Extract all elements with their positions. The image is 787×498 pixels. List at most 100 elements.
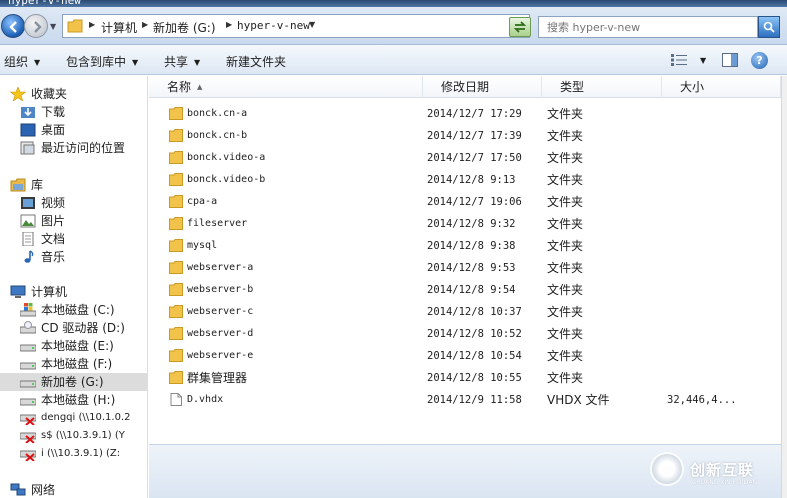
- column-header-date[interactable]: 修改日期: [423, 76, 542, 98]
- windows-drive-icon: [20, 303, 36, 317]
- file-row[interactable]: 群集管理器 2014/12/8 10:55 文件夹: [149, 367, 781, 389]
- breadcrumb-separator-icon[interactable]: ▶: [142, 20, 148, 29]
- help-button[interactable]: ?: [751, 52, 768, 69]
- sidebar-item-label: 桌面: [41, 123, 66, 137]
- chevron-down-icon: ▼: [34, 58, 41, 67]
- sidebar-item-drive-f[interactable]: 本地磁盘 (F:): [20, 355, 145, 373]
- sidebar-favorites[interactable]: 收藏夹: [10, 85, 140, 103]
- hard-drive-icon: [20, 362, 36, 370]
- view-options-dropdown-icon[interactable]: ▼: [700, 56, 706, 65]
- sidebar-item-drive-g[interactable]: 新加卷 (G:): [0, 373, 147, 391]
- file-row[interactable]: fileserver 2014/12/8 9:32 文件夹: [149, 213, 781, 235]
- sidebar-item-drive-c[interactable]: 本地磁盘 (C:): [20, 301, 145, 319]
- file-type: 文件夹: [547, 217, 584, 231]
- column-header-name[interactable]: ▲ 名称: [149, 76, 423, 98]
- sidebar-item-network-drive-dengqi[interactable]: dengqi (\\10.1.0.2: [20, 409, 147, 427]
- sidebar-item-videos[interactable]: 视频: [20, 194, 140, 212]
- search-icon: [763, 21, 775, 33]
- file-row[interactable]: bonck.cn-a 2014/12/7 17:29 文件夹: [149, 103, 781, 125]
- breadcrumb-drive-g[interactable]: 新加卷 (G:): [153, 19, 216, 36]
- preview-pane-button[interactable]: [722, 53, 738, 67]
- sidebar-item-pictures[interactable]: 图片: [20, 212, 140, 230]
- file-type: 文件夹: [547, 327, 584, 341]
- sidebar-item-drive-e[interactable]: 本地磁盘 (E:): [20, 337, 145, 355]
- breadcrumb-separator-icon[interactable]: ▶: [89, 20, 95, 29]
- search-button[interactable]: [758, 16, 780, 38]
- file-type: 文件夹: [547, 195, 584, 209]
- sidebar-item-downloads[interactable]: 下载: [20, 103, 140, 121]
- file-row[interactable]: webserver-e 2014/12/8 10:54 文件夹: [149, 345, 781, 367]
- refresh-button[interactable]: [509, 17, 531, 37]
- file-row[interactable]: webserver-a 2014/12/8 9:53 文件夹: [149, 257, 781, 279]
- sidebar-item-network-drive-z[interactable]: i (\\10.3.9.1) (Z:: [20, 445, 147, 463]
- forward-button[interactable]: [24, 14, 48, 38]
- breadcrumb-hyper-v-new[interactable]: hyper-v-new: [237, 19, 310, 32]
- music-note-icon: [24, 250, 34, 263]
- breadcrumb-separator-icon[interactable]: ▼: [309, 20, 315, 29]
- column-header-size[interactable]: 大小: [662, 76, 781, 98]
- refresh-icon: [513, 21, 527, 33]
- share-button[interactable]: 共享 ▼: [164, 53, 200, 70]
- back-button[interactable]: [1, 14, 25, 38]
- sidebar-item-desktop[interactable]: 桌面: [20, 121, 140, 139]
- file-row[interactable]: D.vhdx 2014/12/9 11:58 VHDX 文件 32,446,4.…: [149, 389, 781, 411]
- disconnected-drive-icon: [20, 414, 36, 425]
- address-bar[interactable]: ▶ 计算机 ▶ 新加卷 (G:) ▶ hyper-v-new ▼ ▼: [62, 14, 530, 38]
- new-folder-button[interactable]: 新建文件夹: [226, 53, 286, 70]
- search-input[interactable]: [539, 17, 757, 37]
- breadcrumb-separator-icon[interactable]: ▶: [226, 20, 232, 29]
- sidebar-computer[interactable]: 计算机: [10, 283, 140, 301]
- hard-drive-icon: [20, 380, 36, 388]
- file-type: 文件夹: [547, 261, 584, 275]
- sidebar-item-documents[interactable]: 文档: [20, 230, 140, 248]
- sidebar-item-network-drive-y[interactable]: s$ (\\10.3.9.1) (Y: [20, 427, 147, 445]
- file-date: 2014/12/8 9:38: [427, 240, 516, 252]
- hard-drive-icon: [20, 344, 36, 352]
- sidebar-item-label: 音乐: [41, 250, 66, 264]
- file-row[interactable]: webserver-c 2014/12/8 10:37 文件夹: [149, 301, 781, 323]
- sidebar-item-label: 图片: [41, 214, 66, 228]
- view-details-icon[interactable]: [671, 54, 687, 66]
- organize-button[interactable]: 组织 ▼: [4, 53, 40, 70]
- file-row[interactable]: bonck.video-a 2014/12/7 17:50 文件夹: [149, 147, 781, 169]
- file-date: 2014/12/8 9:13: [427, 174, 516, 186]
- computer-icon: [10, 285, 26, 298]
- sidebar-item-label: 视频: [41, 196, 66, 210]
- sidebar-item-label: dengqi (\\10.1.0.2: [41, 412, 131, 423]
- file-type: 文件夹: [547, 151, 584, 165]
- file-row[interactable]: cpa-a 2014/12/7 19:06 文件夹: [149, 191, 781, 213]
- search-box[interactable]: [538, 16, 758, 38]
- arrow-right-icon: [34, 21, 42, 33]
- file-name: webserver-d: [187, 328, 254, 339]
- folder-icon: [169, 349, 183, 362]
- sidebar-item-music[interactable]: 音乐: [20, 248, 140, 266]
- sidebar-item-drive-h[interactable]: 本地磁盘 (H:): [20, 391, 145, 409]
- sidebar-item-drive-d[interactable]: CD 驱动器 (D:): [20, 319, 145, 337]
- vertical-scrollbar[interactable]: [781, 76, 787, 498]
- file-row[interactable]: mysql 2014/12/8 9:38 文件夹: [149, 235, 781, 257]
- history-dropdown-icon[interactable]: ▼: [50, 22, 56, 31]
- file-row[interactable]: webserver-b 2014/12/8 9:54 文件夹: [149, 279, 781, 301]
- file-name: webserver-e: [187, 350, 254, 361]
- file-name: bonck.video-a: [187, 152, 266, 163]
- file-date: 2014/12/7 17:50: [427, 152, 522, 164]
- column-header-label: 类型: [560, 80, 585, 94]
- column-header-type[interactable]: 类型: [542, 76, 662, 98]
- sidebar-item-recent[interactable]: 最近访问的位置: [20, 139, 140, 157]
- sidebar-item-label: 本地磁盘 (H:): [41, 393, 116, 407]
- star-icon: [10, 87, 26, 101]
- file-type: 文件夹: [547, 283, 584, 297]
- chevron-down-icon: ▼: [194, 58, 201, 67]
- include-library-button[interactable]: 包含到库中 ▼: [66, 53, 138, 70]
- file-row[interactable]: webserver-d 2014/12/8 10:52 文件夹: [149, 323, 781, 345]
- sidebar-libraries[interactable]: 库: [10, 176, 140, 194]
- navigation-pane: 收藏夹 下载 桌面 最近访问的位置 库 视频 图片 文档 音乐 计算机 本地磁盘…: [0, 76, 148, 498]
- file-date: 2014/12/9 11:58: [427, 394, 522, 406]
- sidebar-network-label: 网络: [31, 483, 56, 497]
- file-name: cpa-a: [187, 196, 218, 207]
- file-row[interactable]: bonck.cn-b 2014/12/7 17:39 文件夹: [149, 125, 781, 147]
- breadcrumb-computer[interactable]: 计算机: [101, 19, 137, 36]
- sidebar-network[interactable]: 网络: [10, 481, 140, 498]
- file-row[interactable]: bonck.video-b 2014/12/8 9:13 文件夹: [149, 169, 781, 191]
- file-name: webserver-b: [187, 284, 254, 295]
